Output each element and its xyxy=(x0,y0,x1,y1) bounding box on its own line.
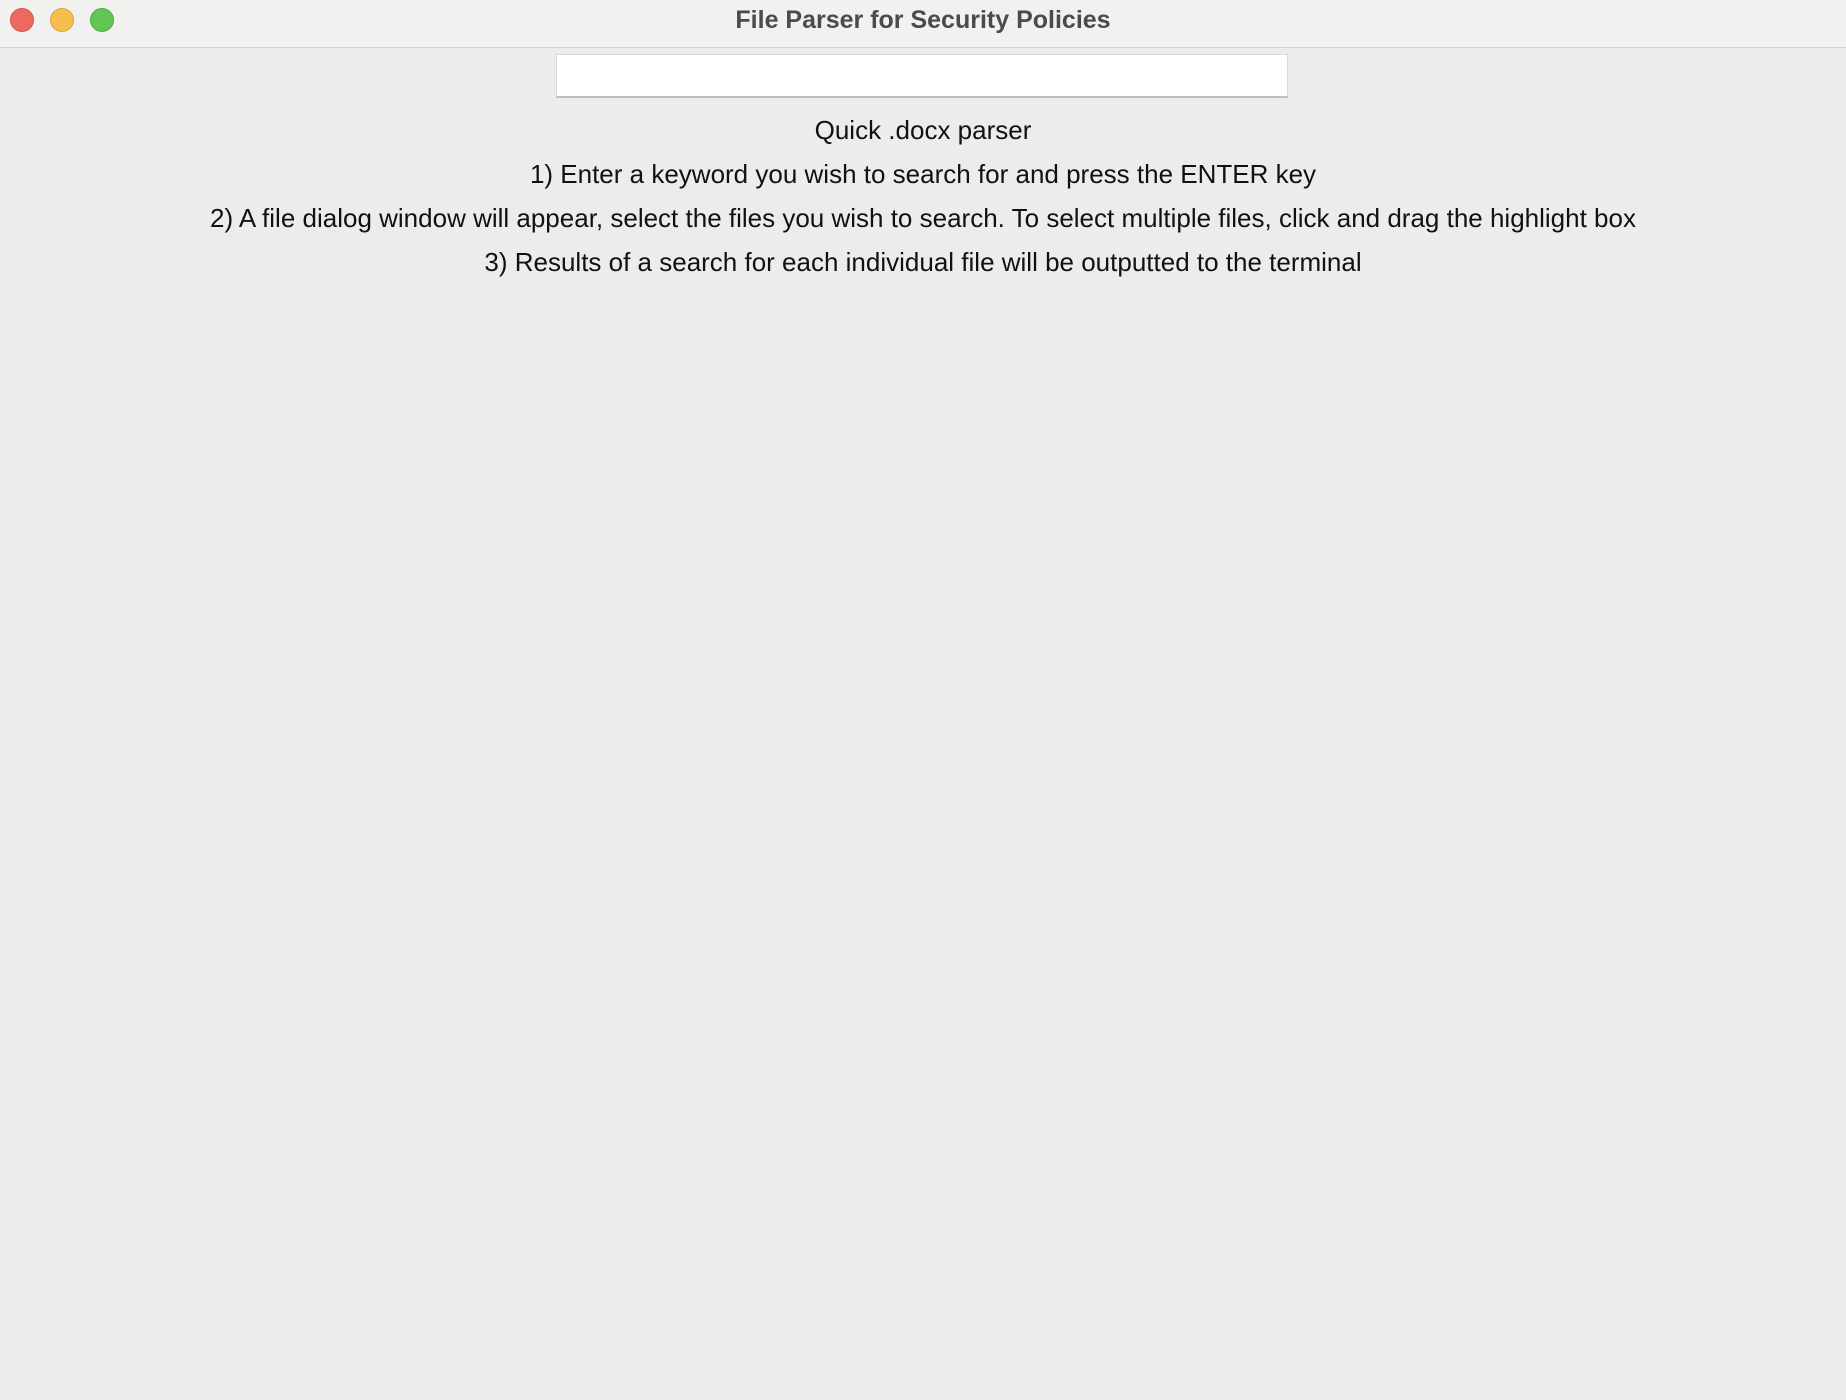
instruction-step-1: 1) Enter a keyword you wish to search fo… xyxy=(529,159,1317,189)
app-heading: Quick .docx parser xyxy=(814,115,1032,145)
title-bar: File Parser for Security Policies xyxy=(0,0,1846,48)
keyword-search-input[interactable] xyxy=(556,54,1288,98)
window-title: File Parser for Security Policies xyxy=(735,6,1111,34)
instructions: Quick .docx parser 1) Enter a keyword yo… xyxy=(0,108,1846,284)
instruction-step-2: 2) A file dialog window will appear, sel… xyxy=(210,203,1636,233)
instruction-step-3: 3) Results of a search for each individu… xyxy=(484,247,1362,277)
app-window: File Parser for Security Policies Quick … xyxy=(0,0,1846,1400)
